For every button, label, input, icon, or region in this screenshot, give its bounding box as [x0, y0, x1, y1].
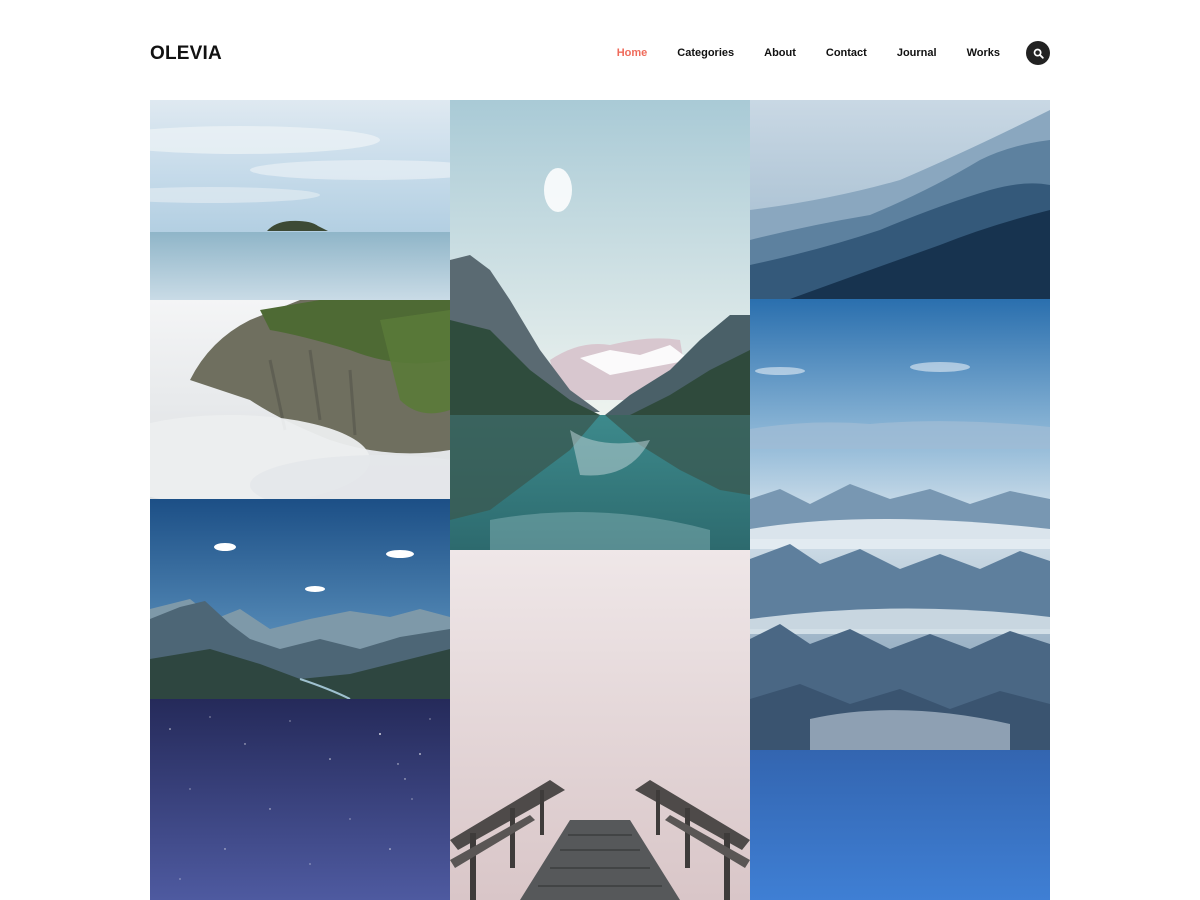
nav-about[interactable]: About [764, 47, 796, 59]
photo-aerial-mountains-clouds[interactable] [750, 299, 1050, 750]
mountain-lake-reflection-image [450, 100, 750, 550]
nav-works[interactable]: Works [967, 47, 1000, 59]
blue-mountain-ridges-image [750, 100, 1050, 299]
starry-sky-image [150, 699, 450, 900]
nav-journal[interactable]: Journal [897, 47, 937, 59]
misty-cliff-image [150, 300, 450, 499]
blue-sky-image [750, 750, 1050, 900]
search-icon [1033, 48, 1044, 59]
mountain-valley-image [150, 499, 450, 699]
photo-starry-sky[interactable] [150, 699, 450, 900]
aerial-mountains-clouds-image [750, 299, 1050, 750]
search-button[interactable] [1026, 41, 1050, 65]
photo-foggy-stairs[interactable] [450, 550, 750, 900]
photo-blue-sky[interactable] [750, 750, 1050, 900]
site-header: OLEVIA Home Categories About Contact Jou… [150, 40, 1050, 66]
island-seascape-image [150, 100, 450, 300]
photo-island-seascape[interactable] [150, 100, 450, 300]
nav-home[interactable]: Home [617, 47, 648, 59]
site-logo[interactable]: OLEVIA [150, 43, 222, 65]
main-nav: Home Categories About Contact Journal Wo… [617, 40, 1050, 66]
photo-mountain-lake-reflection[interactable] [450, 100, 750, 550]
photo-grid [150, 100, 1050, 900]
nav-categories[interactable]: Categories [677, 47, 734, 59]
photo-misty-cliff[interactable] [150, 300, 450, 499]
photo-mountain-valley[interactable] [150, 499, 450, 699]
photo-blue-mountain-ridges[interactable] [750, 100, 1050, 299]
foggy-stairs-image [450, 550, 750, 900]
nav-contact[interactable]: Contact [826, 47, 867, 59]
